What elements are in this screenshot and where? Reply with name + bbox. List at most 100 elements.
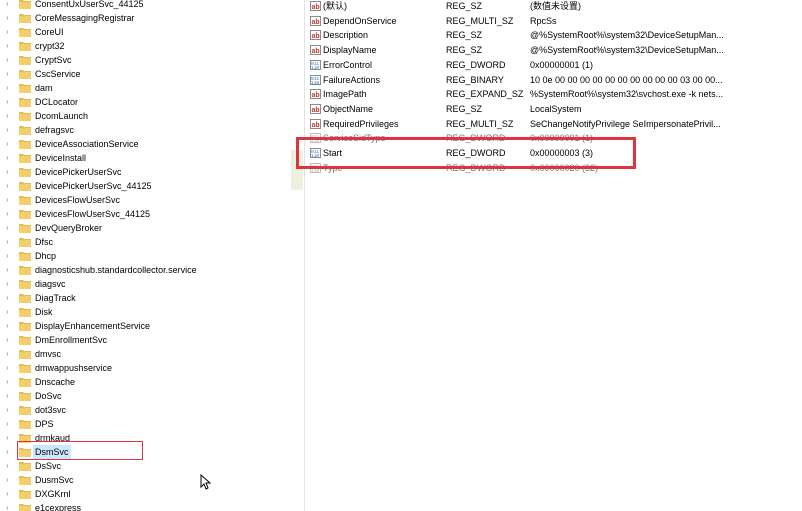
tree-item[interactable]: › Dhcp [0, 249, 290, 263]
tree-item[interactable]: › diagnosticshub.standardcollector.servic… [0, 263, 290, 277]
tree-item[interactable]: › DusmSvc [0, 473, 290, 487]
chevron-right-icon[interactable]: › [6, 139, 12, 149]
tree-item[interactable]: › DevicesFlowUserSvc_44125 [0, 207, 290, 221]
scroll-thumb[interactable] [291, 150, 303, 190]
chevron-right-icon[interactable]: › [6, 363, 12, 373]
chevron-right-icon[interactable]: › [6, 503, 12, 511]
tree-item[interactable]: › DevQueryBroker [0, 221, 290, 235]
chevron-right-icon[interactable]: › [6, 279, 12, 289]
registry-value-row[interactable]: 011 110 Start REG_DWORD 0x00000003 (3) [305, 146, 802, 161]
registry-value-row[interactable]: 011 110 ErrorControl REG_DWORD 0x00000001 (1… [305, 58, 802, 73]
tree-item[interactable]: › diagsvc [0, 277, 290, 291]
tree-item[interactable]: › DeviceInstall [0, 151, 290, 165]
registry-value-row[interactable]: 011 110 Type REG_DWORD 0x00000020 (32) [305, 161, 802, 176]
chevron-right-icon[interactable]: › [6, 349, 12, 359]
tree-item[interactable]: › DevicePickerUserSvc [0, 165, 290, 179]
tree-item[interactable]: › DmEnrollmentSvc [0, 333, 290, 347]
tree-item[interactable]: › DiagTrack [0, 291, 290, 305]
chevron-right-icon[interactable]: › [6, 97, 12, 107]
tree-item[interactable]: › drmkaud [0, 431, 290, 445]
registry-value-row[interactable]: ab ImagePath REG_EXPAND_SZ %SystemRoot%\sys… [305, 87, 802, 102]
chevron-right-icon[interactable]: › [6, 461, 12, 471]
chevron-right-icon[interactable]: › [6, 433, 12, 443]
tree-item[interactable]: › CscService [0, 67, 290, 81]
tree-item[interactable]: › DCLocator [0, 95, 290, 109]
tree-item[interactable]: › DeviceAssociationService [0, 137, 290, 151]
registry-value-row[interactable]: ab DependOnService REG_MULTI_SZ RpcSs [305, 14, 802, 29]
tree-item[interactable]: › DXGKrnl [0, 487, 290, 501]
chevron-right-icon[interactable]: › [6, 447, 12, 457]
tree-item[interactable]: › ConsentUxUserSvc_44125 [0, 0, 290, 11]
tree-item[interactable]: › DevicePickerUserSvc_44125 [0, 179, 290, 193]
chevron-right-icon[interactable]: › [6, 167, 12, 177]
registry-value-row[interactable]: 011 110 ServiceSidType REG_DWORD 0x00000001 … [305, 131, 802, 146]
chevron-right-icon[interactable]: › [6, 251, 12, 261]
chevron-right-icon[interactable]: › [6, 335, 12, 345]
value-name: Type [323, 162, 343, 173]
pane-splitter[interactable] [290, 0, 305, 511]
tree-item[interactable]: › dam [0, 81, 290, 95]
folder-icon [19, 490, 31, 499]
chevron-right-icon[interactable]: › [6, 181, 12, 191]
chevron-right-icon[interactable]: › [6, 13, 12, 23]
chevron-right-icon[interactable]: › [6, 321, 12, 331]
chevron-right-icon[interactable]: › [6, 209, 12, 219]
chevron-right-icon[interactable]: › [6, 237, 12, 247]
tree-item-label: defragsvc [35, 125, 75, 135]
tree-item[interactable]: › Dnscache [0, 375, 290, 389]
tree-item[interactable]: › e1cexpress [0, 501, 290, 511]
registry-value-row[interactable]: ab (默认) REG_SZ (数值未设置) [305, 0, 802, 14]
value-type: REG_EXPAND_SZ [446, 89, 524, 100]
tree-item[interactable]: › DcomLaunch [0, 109, 290, 123]
tree-item[interactable]: › DsmSvc [0, 445, 290, 459]
tree-item[interactable]: › DisplayEnhancementService [0, 319, 290, 333]
chevron-right-icon[interactable]: › [6, 489, 12, 499]
chevron-right-icon[interactable]: › [6, 405, 12, 415]
chevron-right-icon[interactable]: › [6, 111, 12, 121]
chevron-right-icon[interactable]: › [6, 475, 12, 485]
tree-item[interactable]: › DevicesFlowUserSvc [0, 193, 290, 207]
registry-value-row[interactable]: ab Description REG_SZ @%SystemRoot%\system3… [305, 28, 802, 43]
tree-item[interactable]: › defragsvc [0, 123, 290, 137]
chevron-right-icon[interactable]: › [6, 27, 12, 37]
tree-item[interactable]: › dmwappushservice [0, 361, 290, 375]
chevron-right-icon[interactable]: › [6, 195, 12, 205]
value-name: ImagePath [323, 89, 367, 100]
registry-value-row[interactable]: ab RequiredPrivileges REG_MULTI_SZ SeChange… [305, 117, 802, 132]
registry-value-row[interactable]: 011 110 FailureActions REG_BINARY 10 0e 00 0… [305, 73, 802, 88]
tree-item[interactable]: › Dfsc [0, 235, 290, 249]
tree-item[interactable]: › CoreUI [0, 25, 290, 39]
tree-item[interactable]: › DsSvc [0, 459, 290, 473]
value-type: REG_DWORD [446, 133, 506, 144]
tree-item[interactable]: › CryptSvc [0, 53, 290, 67]
chevron-right-icon[interactable]: › [6, 125, 12, 135]
chevron-right-icon[interactable]: › [6, 83, 12, 93]
chevron-right-icon[interactable]: › [6, 307, 12, 317]
tree-item[interactable]: › DoSvc [0, 389, 290, 403]
svg-text:ab: ab [312, 19, 320, 26]
tree-item[interactable]: › dot3svc [0, 403, 290, 417]
tree-item[interactable]: › CoreMessagingRegistrar [0, 11, 290, 25]
tree-item[interactable]: › crypt32 [0, 39, 290, 53]
chevron-right-icon[interactable]: › [6, 223, 12, 233]
chevron-right-icon[interactable]: › [6, 293, 12, 303]
chevron-right-icon[interactable]: › [6, 69, 12, 79]
registry-key-tree[interactable]: › ConsentUxUserSvc_44125 › CoreMessagingReg… [0, 0, 290, 511]
value-name: ObjectName [323, 103, 374, 114]
chevron-right-icon[interactable]: › [6, 377, 12, 387]
folder-icon [19, 14, 31, 23]
mouse-cursor-icon [200, 474, 212, 490]
tree-item[interactable]: › DPS [0, 417, 290, 431]
registry-value-row[interactable]: ab DisplayName REG_SZ @%SystemRoot%\system3… [305, 43, 802, 58]
registry-values-list[interactable]: ab (默认) REG_SZ (数值未设置) ab DependOnService REG_… [305, 0, 802, 511]
tree-item[interactable]: › dmvsc [0, 347, 290, 361]
chevron-right-icon[interactable]: › [6, 265, 12, 275]
chevron-right-icon[interactable]: › [6, 391, 12, 401]
chevron-right-icon[interactable]: › [6, 55, 12, 65]
chevron-right-icon[interactable]: › [6, 0, 12, 9]
chevron-right-icon[interactable]: › [6, 41, 12, 51]
tree-item[interactable]: › Disk [0, 305, 290, 319]
chevron-right-icon[interactable]: › [6, 419, 12, 429]
registry-value-row[interactable]: ab ObjectName REG_SZ LocalSystem [305, 102, 802, 117]
chevron-right-icon[interactable]: › [6, 153, 12, 163]
